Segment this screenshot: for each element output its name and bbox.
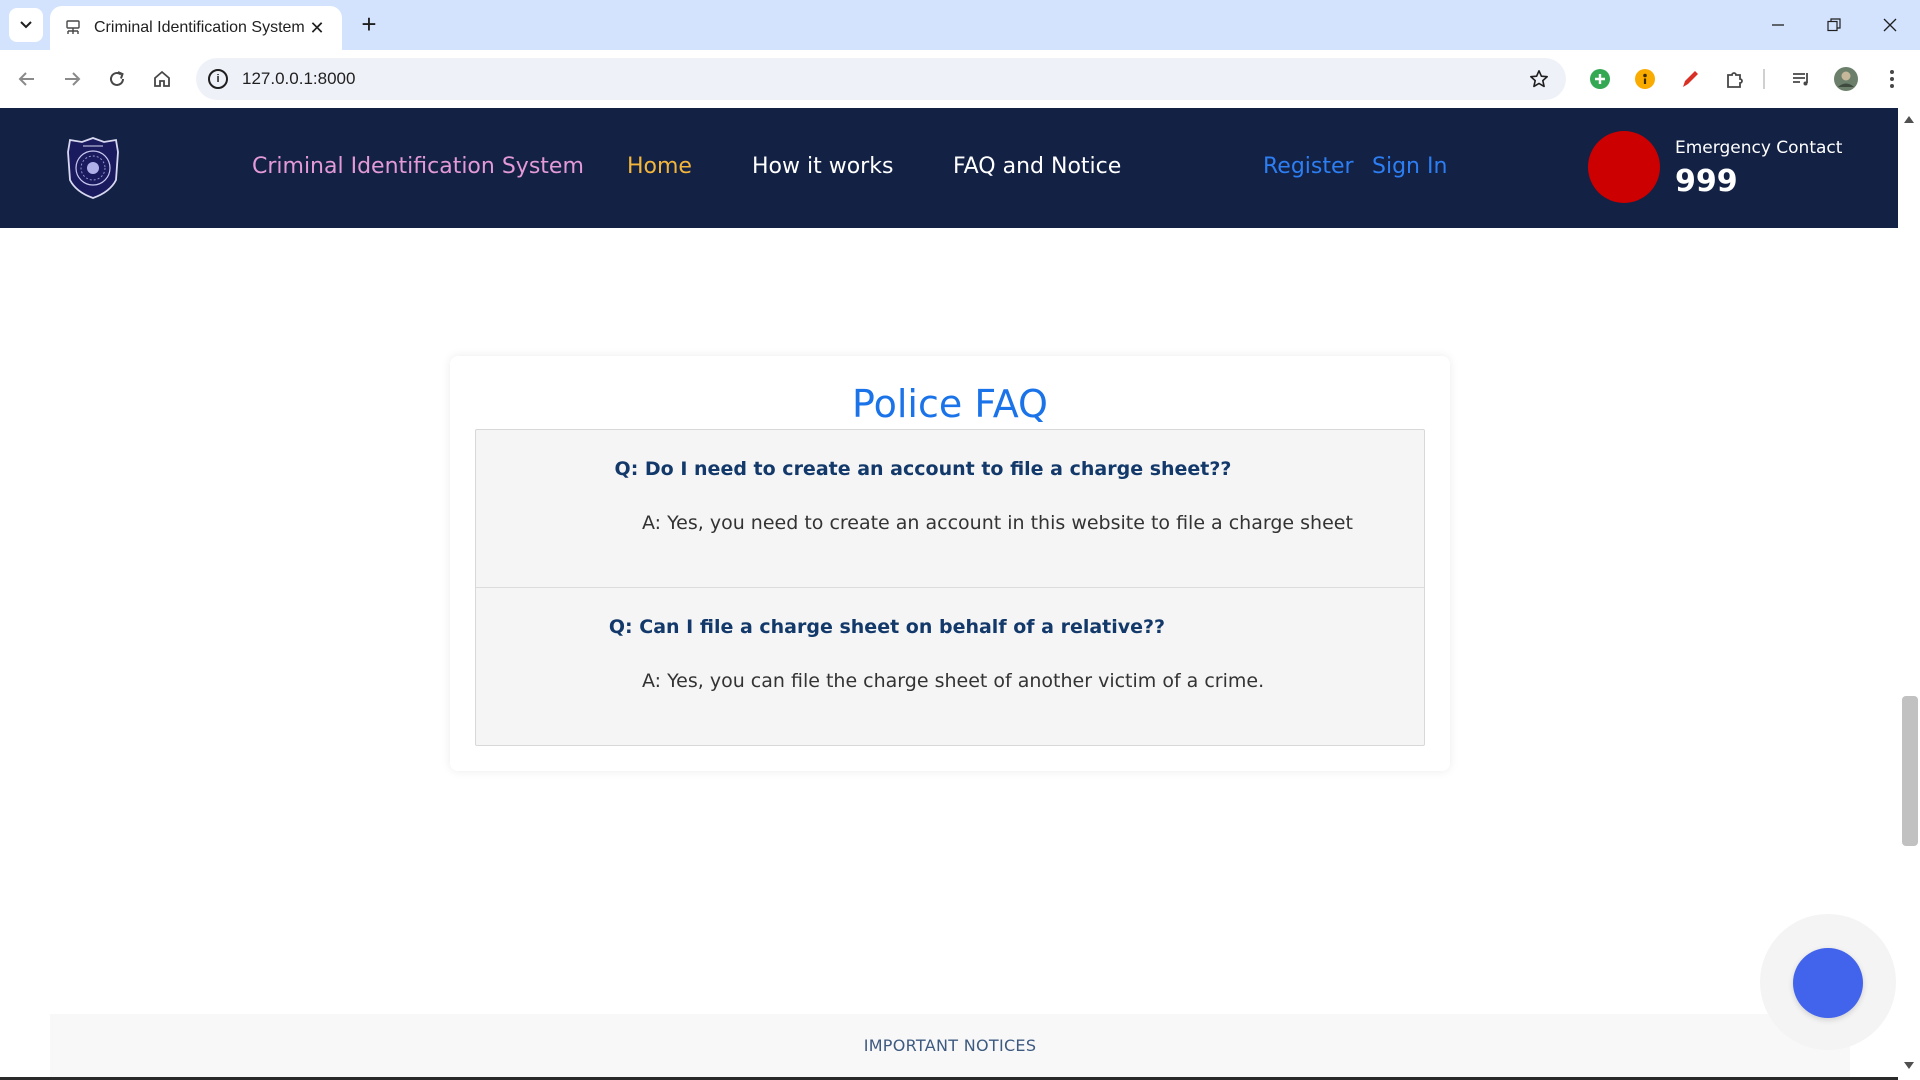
faq-question: Q: Do I need to create an account to fil… bbox=[614, 458, 1232, 480]
register-link[interactable]: Register bbox=[1263, 154, 1354, 179]
page-scrollbar[interactable] bbox=[1898, 108, 1920, 1080]
nav-home[interactable]: Home bbox=[627, 154, 692, 179]
chat-button[interactable] bbox=[1793, 948, 1863, 1018]
restore-button[interactable] bbox=[1806, 0, 1862, 50]
address-bar[interactable]: i 127.0.0.1:8000 bbox=[196, 58, 1566, 100]
scroll-down-arrow-icon[interactable] bbox=[1904, 1062, 1914, 1069]
puzzle-icon[interactable] bbox=[1719, 63, 1751, 95]
restore-icon bbox=[1827, 18, 1841, 32]
faq-item: Q: Do I need to create an account to fil… bbox=[476, 430, 1424, 587]
yellow-extension-icon[interactable] bbox=[1629, 63, 1661, 95]
add-extension-icon[interactable] bbox=[1584, 63, 1616, 95]
emergency-number[interactable]: 999 bbox=[1675, 164, 1738, 199]
info-icon[interactable]: i bbox=[208, 69, 228, 89]
police-badge-logo[interactable] bbox=[66, 136, 120, 200]
site-header: Criminal Identification System Home How … bbox=[0, 108, 1898, 228]
faq-item: Q: Can I file a charge sheet on behalf o… bbox=[476, 587, 1424, 744]
back-button[interactable] bbox=[10, 62, 44, 96]
star-icon[interactable] bbox=[1522, 69, 1556, 89]
forward-button[interactable] bbox=[55, 62, 89, 96]
url-text[interactable]: 127.0.0.1:8000 bbox=[242, 69, 1522, 89]
tab-title: Criminal Identification System bbox=[94, 19, 305, 36]
scrollbar-thumb[interactable] bbox=[1902, 696, 1918, 846]
reload-button[interactable] bbox=[100, 62, 134, 96]
reload-icon bbox=[110, 71, 124, 86]
back-arrow-icon bbox=[18, 72, 34, 86]
tab-search-button[interactable] bbox=[9, 8, 43, 42]
kebab-menu-icon[interactable] bbox=[1876, 63, 1908, 95]
faq-list: Q: Do I need to create an account to fil… bbox=[475, 429, 1425, 746]
faq-card: Police FAQ Q: Do I need to create an acc… bbox=[450, 356, 1450, 771]
close-window-button[interactable] bbox=[1862, 0, 1918, 50]
pen-extension-icon[interactable] bbox=[1674, 63, 1706, 95]
home-icon bbox=[154, 70, 170, 87]
faq-question: Q: Can I file a charge sheet on behalf o… bbox=[608, 616, 1166, 638]
emergency-label: Emergency Contact bbox=[1675, 138, 1843, 158]
faq-title: Police FAQ bbox=[852, 382, 1048, 426]
browser-tab[interactable]: Criminal Identification System ✕ bbox=[50, 6, 342, 50]
browser-toolbar: i 127.0.0.1:8000 bbox=[0, 50, 1920, 108]
faq-answer: A: Yes, you need to create an account in… bbox=[642, 512, 1353, 534]
minimize-button[interactable] bbox=[1750, 0, 1806, 50]
media-control-icon[interactable] bbox=[1785, 63, 1817, 95]
faq-answer: A: Yes, you can file the charge sheet of… bbox=[642, 670, 1265, 692]
nav-how-it-works[interactable]: How it works bbox=[752, 154, 893, 179]
network-icon bbox=[64, 19, 82, 37]
home-button[interactable] bbox=[145, 62, 179, 96]
scroll-up-arrow-icon[interactable] bbox=[1904, 116, 1914, 123]
browser-tab-bar: Criminal Identification System ✕ + bbox=[0, 0, 1920, 50]
chevron-down-icon bbox=[20, 21, 32, 29]
nav-faq-notice[interactable]: FAQ and Notice bbox=[953, 154, 1121, 179]
emergency-indicator-icon bbox=[1588, 131, 1660, 203]
notices-section: IMPORTANT NOTICES bbox=[50, 1014, 1850, 1080]
tab-close-icon[interactable]: ✕ bbox=[306, 18, 328, 39]
toolbar-divider bbox=[1763, 69, 1765, 89]
profile-avatar[interactable] bbox=[1830, 63, 1862, 95]
new-tab-button[interactable]: + bbox=[354, 10, 384, 40]
minimize-icon bbox=[1772, 24, 1784, 26]
close-icon bbox=[1883, 18, 1897, 32]
site-brand[interactable]: Criminal Identification System bbox=[252, 154, 584, 179]
forward-arrow-icon bbox=[65, 72, 81, 86]
sign-in-link[interactable]: Sign In bbox=[1372, 154, 1447, 179]
notices-title: IMPORTANT NOTICES bbox=[863, 1036, 1037, 1055]
